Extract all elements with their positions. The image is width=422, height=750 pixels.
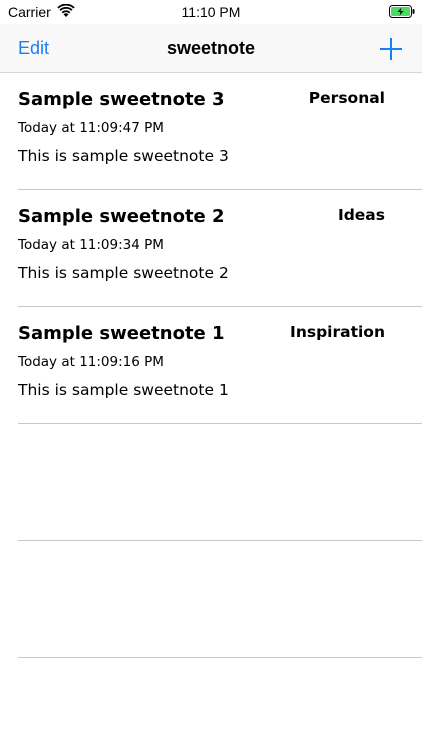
battery-charging-icon [389, 5, 415, 18]
note-body: This is sample sweetnote 3 [18, 147, 229, 165]
notes-list: Sample sweetnote 3 Personal Today at 11:… [0, 73, 422, 658]
note-body: This is sample sweetnote 2 [18, 264, 229, 282]
note-category: Inspiration [290, 323, 385, 341]
note-row[interactable]: Sample sweetnote 1 Inspiration Today at … [18, 307, 422, 424]
note-title: Sample sweetnote 2 [18, 206, 225, 227]
navigation-bar: Edit sweetnote [0, 24, 422, 73]
note-title: Sample sweetnote 1 [18, 323, 225, 344]
note-date: Today at 11:09:34 PM [18, 237, 164, 253]
note-category: Personal [308, 89, 385, 107]
plus-icon[interactable] [378, 36, 404, 62]
empty-row [18, 424, 422, 541]
clock: 11:10 PM [181, 4, 241, 20]
note-body: This is sample sweetnote 1 [18, 381, 229, 399]
note-date: Today at 11:09:47 PM [18, 120, 164, 136]
note-category: Ideas [337, 206, 385, 224]
status-bar: Carrier 11:10 PM [0, 0, 422, 24]
note-date: Today at 11:09:16 PM [18, 354, 164, 370]
note-row[interactable]: Sample sweetnote 2 Ideas Today at 11:09:… [18, 190, 422, 307]
empty-row [18, 541, 422, 658]
note-title: Sample sweetnote 3 [18, 89, 225, 110]
page-title: sweetnote [166, 38, 256, 58]
note-row[interactable]: Sample sweetnote 3 Personal Today at 11:… [18, 73, 422, 190]
